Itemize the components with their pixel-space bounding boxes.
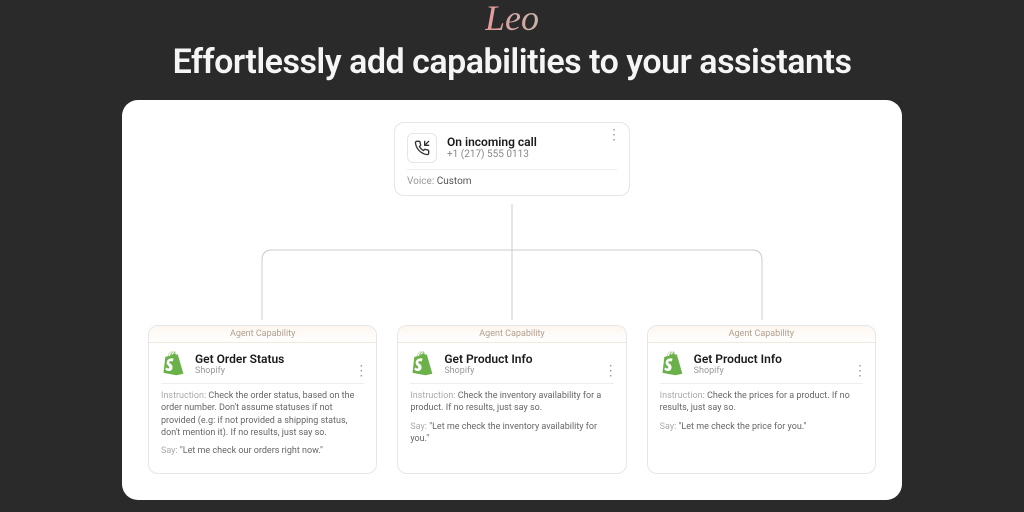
capability-title: Get Product Info <box>444 352 532 366</box>
instruction-label: Instruction: <box>161 391 206 401</box>
brand-logo: Leo <box>485 0 539 36</box>
capability-title: Get Order Status <box>195 352 284 366</box>
capability-badge: Agent Capability <box>398 326 625 343</box>
trigger-phone: +1 (217) 555 0113 <box>447 149 537 161</box>
capability-node[interactable]: Agent Capability Get Product Info Shopif… <box>647 325 876 474</box>
phone-incoming-icon <box>407 133 437 163</box>
capability-provider: Shopify <box>694 366 782 376</box>
voice-label: Voice: <box>407 176 434 187</box>
voice-row: Voice: Custom <box>407 169 617 187</box>
capability-badge: Agent Capability <box>648 326 875 343</box>
more-menu-button[interactable]: ⋮ <box>607 133 621 139</box>
instruction-label: Instruction: <box>410 391 455 401</box>
capability-node[interactable]: Agent Capability Get Order Status Shopif… <box>148 325 377 474</box>
say-text: "Let me check the price for you." <box>679 422 807 432</box>
capabilities-row: Agent Capability Get Order Status Shopif… <box>148 325 876 474</box>
instruction-label: Instruction: <box>660 391 705 401</box>
say-text: "Let me check the inventory availability… <box>410 422 597 444</box>
say-label: Say: <box>410 422 427 432</box>
say-text: "Let me check our orders right now." <box>180 446 323 456</box>
more-menu-button[interactable]: ⋮ <box>354 369 368 375</box>
capability-title: Get Product Info <box>694 352 782 366</box>
shopify-icon <box>660 351 686 377</box>
trigger-node[interactable]: On incoming call +1 (217) 555 0113 ⋮ Voi… <box>394 122 630 196</box>
shopify-icon <box>410 351 436 377</box>
more-menu-button[interactable]: ⋮ <box>604 369 618 375</box>
capability-badge: Agent Capability <box>149 326 376 343</box>
more-menu-button[interactable]: ⋮ <box>853 369 867 375</box>
capability-provider: Shopify <box>444 366 532 376</box>
say-label: Say: <box>161 446 178 456</box>
hero-title: Effortlessly add capabilities to your as… <box>173 42 852 82</box>
trigger-title: On incoming call <box>447 135 537 149</box>
capability-provider: Shopify <box>195 366 284 376</box>
shopify-icon <box>161 351 187 377</box>
say-label: Say: <box>660 422 677 432</box>
flow-canvas: On incoming call +1 (217) 555 0113 ⋮ Voi… <box>122 100 902 500</box>
capability-node[interactable]: Agent Capability Get Product Info Shopif… <box>397 325 626 474</box>
voice-value: Custom <box>437 176 472 187</box>
